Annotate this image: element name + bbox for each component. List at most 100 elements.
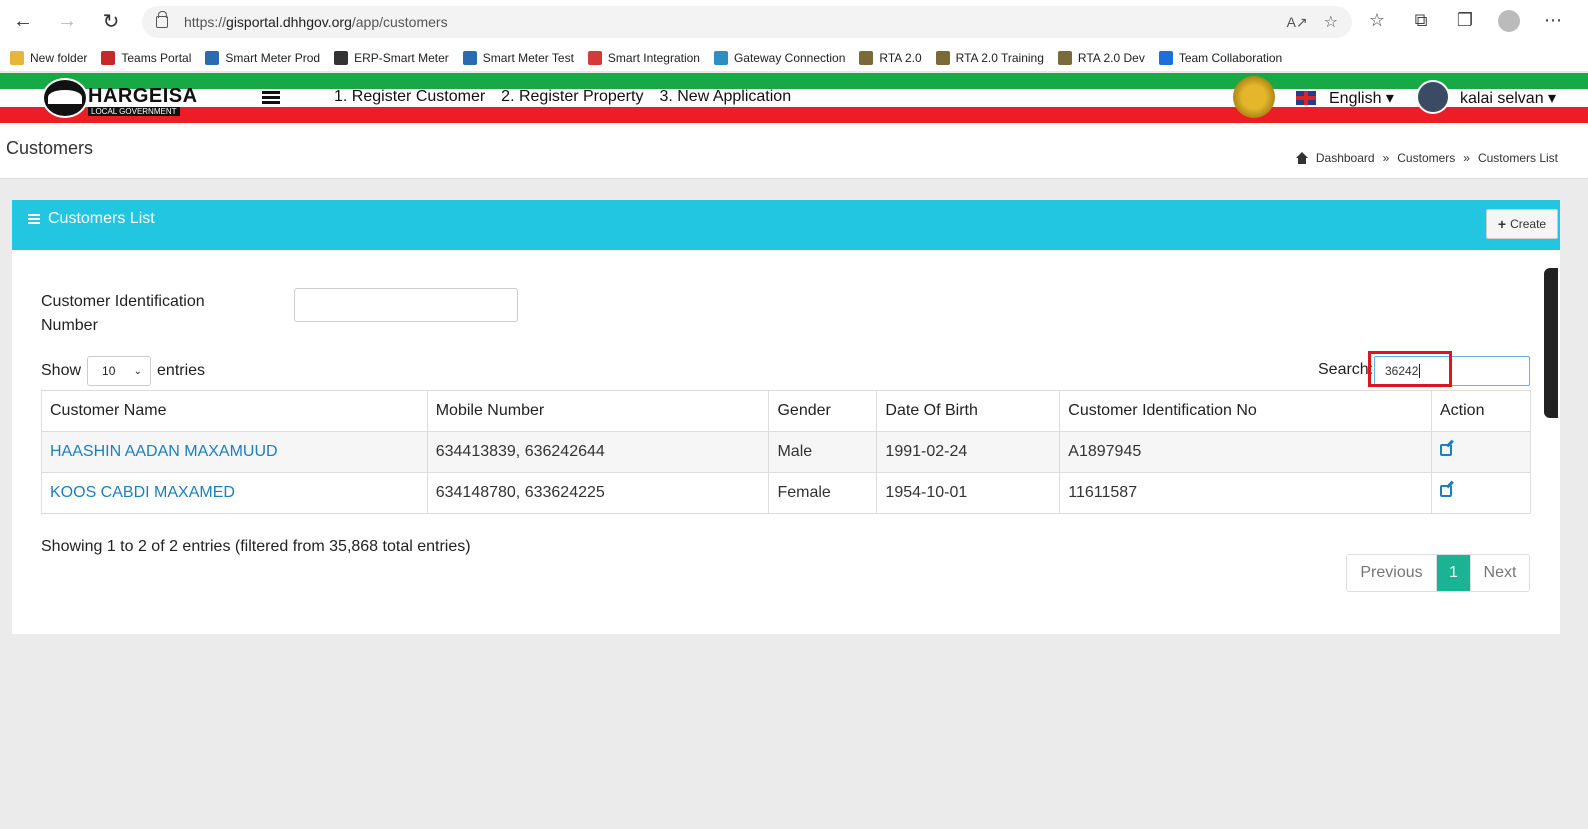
logo-subtitle: LOCAL GOVERNMENT xyxy=(88,107,180,116)
lock-icon xyxy=(156,11,168,28)
user-avatar[interactable] xyxy=(1416,80,1450,114)
cell-cid: A1897945 xyxy=(1059,431,1432,473)
logo-emblem-icon[interactable] xyxy=(42,78,88,118)
cell-mobile: 634413839, 636242644 xyxy=(426,431,770,473)
refresh-icon[interactable]: ↻ xyxy=(100,10,122,33)
government-seal-icon xyxy=(1233,76,1275,118)
bookmark-item[interactable]: Smart Meter Prod xyxy=(205,50,321,65)
edit-icon[interactable] xyxy=(1440,485,1452,497)
flag-stripe-red xyxy=(0,107,1588,123)
cell-dob: 1991-02-24 xyxy=(876,431,1061,473)
tab-actions-icon[interactable]: ❐ xyxy=(1454,10,1476,37)
forward-arrow-icon[interactable]: → xyxy=(56,10,78,32)
url-prefix: https:// xyxy=(184,14,227,30)
bookmark-item[interactable]: Smart Meter Test xyxy=(462,50,574,65)
pagination-previous[interactable]: Previous xyxy=(1347,555,1437,591)
create-button[interactable]: + Create xyxy=(1486,209,1558,239)
bookmarks-bar: New folder Teams Portal Smart Meter Prod ER… xyxy=(0,44,1588,72)
search-highlight-box xyxy=(1368,351,1452,387)
col-date-of-birth[interactable]: Date Of Birth xyxy=(876,390,1061,432)
app-header: HARGEISA LOCAL GOVERNMENT 1. Register Cu… xyxy=(0,73,1588,123)
search-label: Search: xyxy=(1318,361,1374,378)
bookmark-item[interactable]: RTA 2.0 Training xyxy=(935,50,1044,65)
cell-action xyxy=(1431,472,1531,514)
bookmark-favicon-icon xyxy=(1057,50,1072,65)
customer-name-link[interactable]: KOOS CABDI MAXAMED xyxy=(50,484,235,501)
language-dropdown[interactable]: English ▾ xyxy=(1329,88,1394,108)
bookmark-item[interactable]: Team Collaboration xyxy=(1158,50,1282,65)
bookmark-item[interactable]: Teams Portal xyxy=(101,50,192,65)
browser-actions: ☆ ⧉ ❐ ⋯ xyxy=(1366,10,1588,37)
cell-dob: 1954-10-01 xyxy=(876,472,1061,514)
bookmark-label: RTA 2.0 Training xyxy=(955,50,1044,65)
bookmark-label: Smart Integration xyxy=(607,50,700,65)
panel-body: Customer Identification Number Show 10 ⌄… xyxy=(12,250,1560,634)
cell-gender: Male xyxy=(768,431,878,473)
entries-length: Show 10 ⌄ entries xyxy=(41,356,205,386)
bookmark-item[interactable]: RTA 2.0 xyxy=(859,50,922,65)
edit-icon[interactable] xyxy=(1440,444,1452,456)
bookmark-favicon-icon xyxy=(334,50,349,65)
entries-value: 10 xyxy=(102,364,116,378)
profile-icon[interactable] xyxy=(1498,10,1520,37)
read-aloud-icon[interactable]: A↗ xyxy=(1287,14,1308,31)
menu-register-property[interactable]: 2. Register Property xyxy=(501,88,643,106)
home-icon xyxy=(1295,152,1308,164)
bookmark-label: Gateway Connection xyxy=(733,50,846,65)
pagination-next[interactable]: Next xyxy=(1471,555,1529,591)
menu-register-customer[interactable]: 1. Register Customer xyxy=(334,88,485,106)
bookmark-item[interactable]: Gateway Connection xyxy=(713,50,846,65)
cell-action xyxy=(1431,431,1531,473)
bookmark-item[interactable]: RTA 2.0 Dev xyxy=(1057,50,1145,65)
bookmark-item[interactable]: New folder xyxy=(10,50,87,65)
bookmark-favicon-icon xyxy=(1158,50,1173,65)
logo-text[interactable]: HARGEISA xyxy=(88,85,198,108)
bookmark-label: Smart Meter Prod xyxy=(225,50,321,65)
panel-header: Customers List + Create xyxy=(12,200,1560,250)
favorites-icon[interactable]: ☆ xyxy=(1366,10,1388,37)
entries-label: entries xyxy=(157,362,206,379)
col-gender[interactable]: Gender xyxy=(768,390,878,432)
more-options-icon[interactable]: ⋯ xyxy=(1542,10,1564,37)
url-path: /app/customers xyxy=(351,14,448,30)
bookmark-item[interactable]: Smart Integration xyxy=(587,50,700,65)
cid-input[interactable] xyxy=(294,288,518,322)
breadcrumb-separator: » xyxy=(1463,151,1470,165)
bookmark-favicon-icon xyxy=(101,50,116,65)
flag-stripe-green xyxy=(0,73,1588,89)
pagination-page-1[interactable]: 1 xyxy=(1437,555,1471,591)
bookmark-label: Smart Meter Test xyxy=(482,50,574,65)
collections-icon[interactable]: ⧉ xyxy=(1410,10,1432,37)
col-mobile-number[interactable]: Mobile Number xyxy=(426,390,770,432)
panel-title: Customers List xyxy=(28,210,155,228)
col-action: Action xyxy=(1431,390,1531,432)
plus-icon: + xyxy=(1497,216,1507,232)
col-customer-name[interactable]: Customer Name xyxy=(41,390,428,432)
entries-select[interactable]: 10 ⌄ xyxy=(87,356,152,386)
bookmark-item[interactable]: ERP-Smart Meter xyxy=(334,50,449,65)
customer-name-link[interactable]: HAASHIN AADAN MAXAMUUD xyxy=(50,443,278,460)
hamburger-menu-icon[interactable] xyxy=(262,91,280,105)
breadcrumb-dashboard[interactable]: Dashboard xyxy=(1316,151,1375,165)
cell-name: KOOS CABDI MAXAMED xyxy=(41,472,428,514)
cell-mobile: 634148780, 633624225 xyxy=(426,472,770,514)
favorite-star-icon[interactable]: ☆ xyxy=(1324,12,1338,32)
bookmark-label: RTA 2.0 xyxy=(879,50,922,65)
col-customer-id[interactable]: Customer Identification No xyxy=(1059,390,1432,432)
top-menu: 1. Register Customer 2. Register Propert… xyxy=(334,88,791,106)
cid-label: Customer Identification Number xyxy=(41,293,205,334)
back-arrow-icon[interactable]: ← xyxy=(12,10,34,32)
show-label: Show xyxy=(41,362,82,379)
breadcrumb-customers[interactable]: Customers xyxy=(1397,151,1455,165)
side-toolbar-widget[interactable] xyxy=(1544,268,1558,418)
bookmark-label: ERP-Smart Meter xyxy=(354,50,449,65)
cell-cid: 11611587 xyxy=(1059,472,1432,514)
user-menu[interactable]: kalai selvan ▾ xyxy=(1460,88,1556,108)
browser-toolbar: ← → ↻ https://gisportal.dhhgov.org/app/c… xyxy=(0,0,1588,44)
bookmark-label: Teams Portal xyxy=(121,50,192,65)
create-label: Create xyxy=(1510,217,1547,231)
menu-new-application[interactable]: 3. New Application xyxy=(659,88,791,106)
bookmark-favicon-icon xyxy=(462,50,477,65)
address-bar[interactable]: https://gisportal.dhhgov.org/app/custome… xyxy=(142,6,1352,38)
bookmark-favicon-icon xyxy=(587,50,602,65)
